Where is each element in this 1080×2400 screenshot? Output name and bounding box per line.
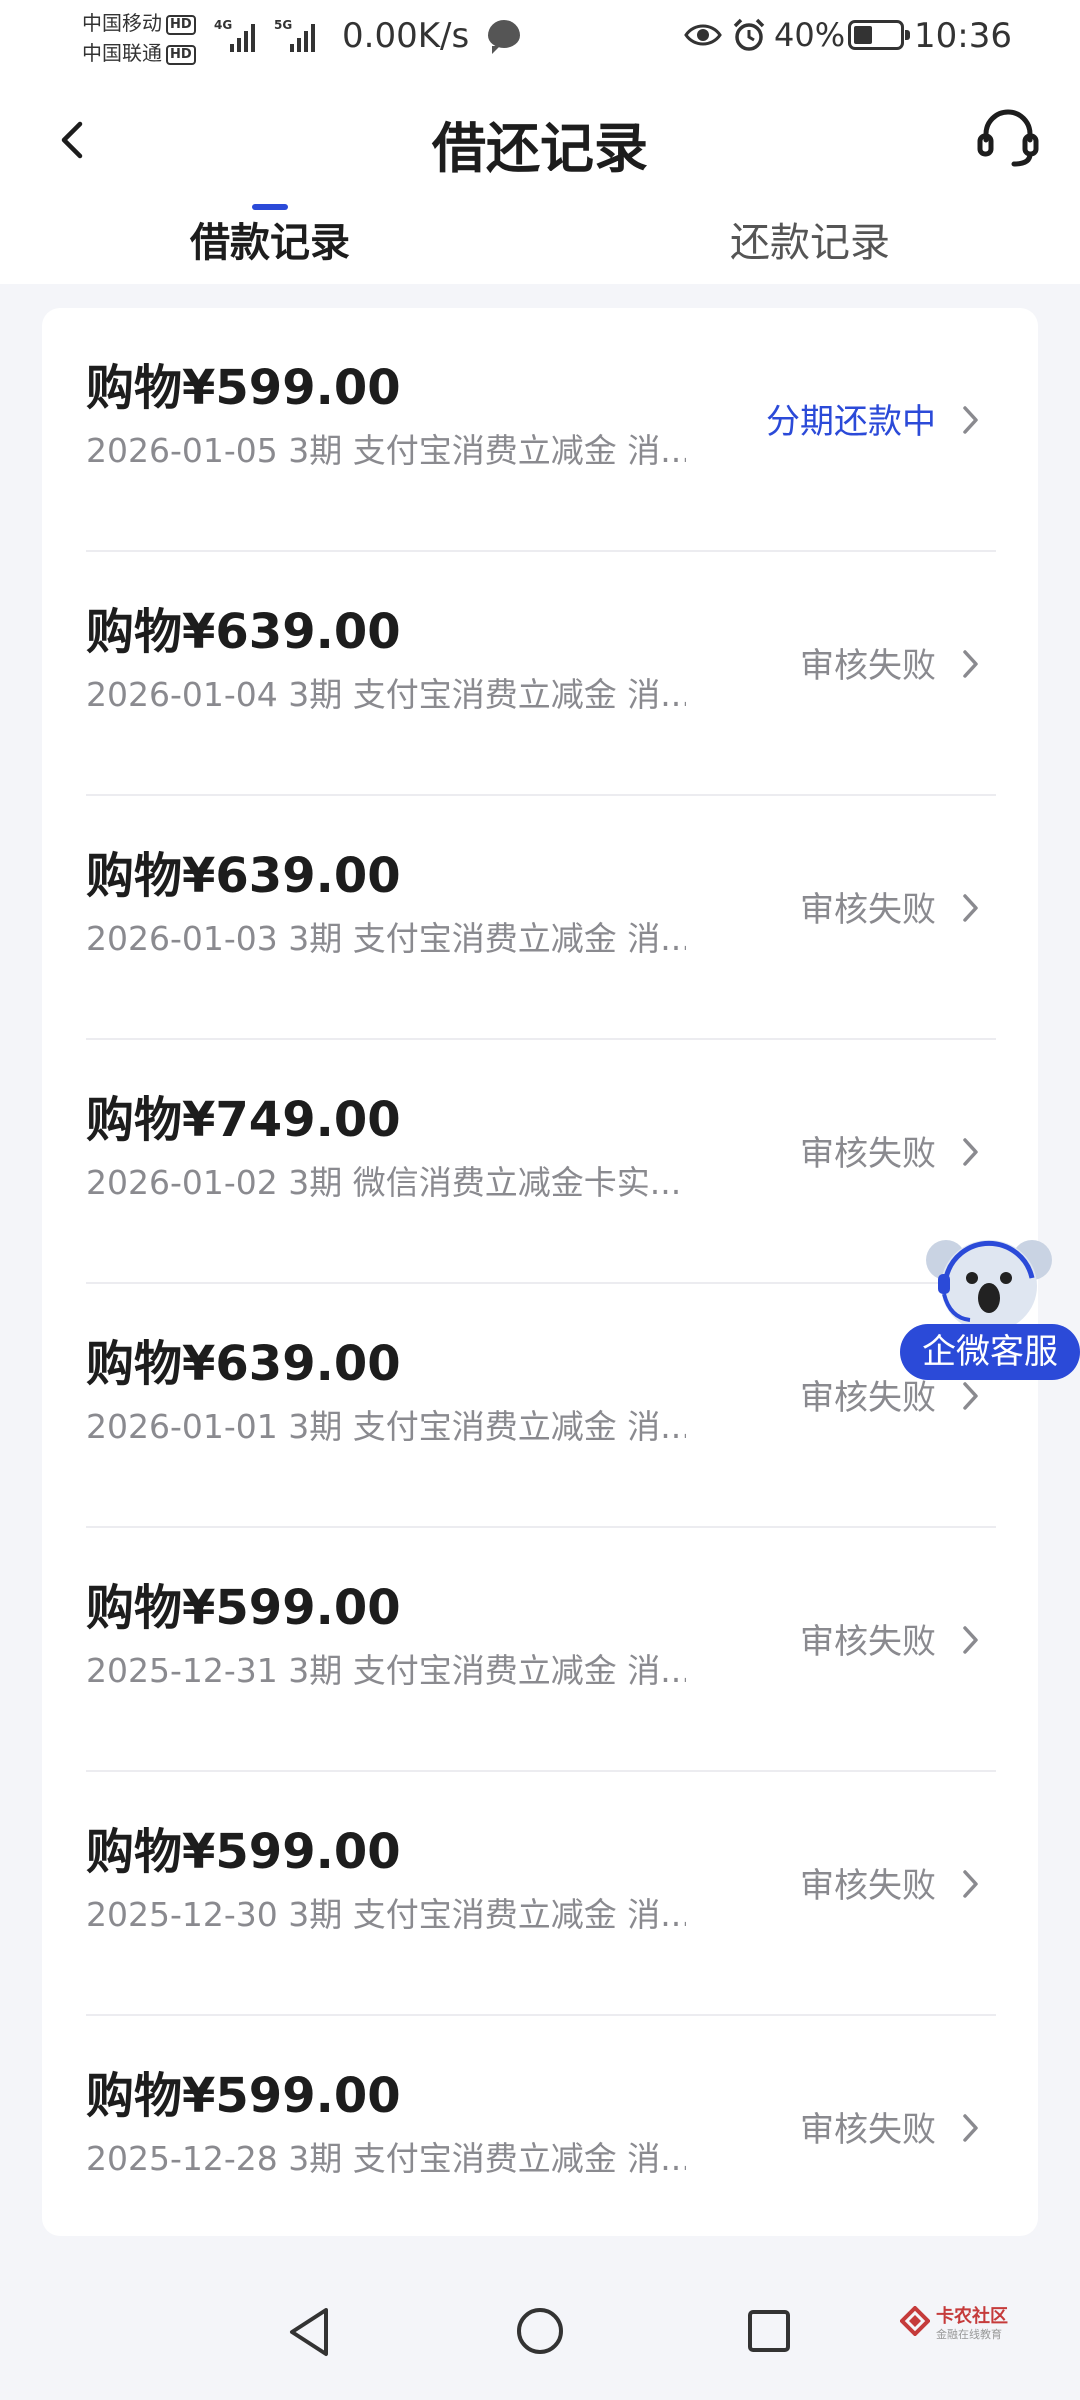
record-status: 审核失败 [800, 1134, 936, 1174]
chevron-right-icon [963, 1870, 978, 1898]
records-card: 购物¥599.00 2026-01-05 3期 支付宝消费立减金 消... 分期… [42, 308, 1038, 2236]
page-title: 借还记录 [432, 117, 648, 180]
network-speed: 0.00K/s [342, 16, 470, 56]
floating-support-label: 企微客服 [900, 1324, 1080, 1380]
chevron-right-icon [963, 894, 978, 922]
record-status: 审核失败 [800, 890, 936, 930]
record-item[interactable]: 购物¥749.00 2026-01-02 3期 微信消费立减金卡实... 审核失… [86, 1040, 996, 1284]
record-item[interactable]: 购物¥599.00 2025-12-30 3期 支付宝消费立减金 消... 审核… [86, 1772, 996, 2016]
hd-badge: HD [166, 14, 196, 35]
floating-support-button[interactable]: 企微客服 [900, 1226, 1080, 1384]
watermark-logo-icon [900, 2306, 930, 2336]
carrier-labels: 中国移动 HD 中国联通 HD [82, 8, 212, 68]
active-tab-indicator [252, 204, 288, 210]
hd-badge: HD [166, 44, 196, 65]
record-detail: 2026-01-03 3期 支付宝消费立减金 消... [86, 919, 686, 958]
system-nav-bar: 卡农社区 金融在线教育 [0, 2256, 1080, 2400]
chevron-right-icon [963, 650, 978, 678]
record-status: 审核失败 [800, 2110, 936, 2150]
tab-bar: 借款记录 还款记录 [0, 210, 1080, 284]
record-amount: 购物¥599.00 [86, 360, 401, 416]
triangle-back-icon[interactable] [284, 2304, 334, 2360]
record-item[interactable]: 购物¥599.00 2025-12-31 3期 支付宝消费立减金 消... 审核… [86, 1528, 996, 1772]
eye-icon [684, 24, 722, 46]
record-detail: 2025-12-31 3期 支付宝消费立减金 消... [86, 1651, 686, 1690]
record-amount: 购物¥599.00 [86, 1580, 401, 1636]
circle-home-icon[interactable] [515, 2306, 565, 2356]
record-status: 分期还款中 [766, 402, 936, 442]
watermark-subtitle: 金融在线教育 [936, 2328, 1002, 2341]
chevron-right-icon [963, 2114, 978, 2142]
carrier-2-label: 中国联通 [82, 41, 162, 65]
record-item[interactable]: 购物¥599.00 2025-12-28 3期 支付宝消费立减金 消... 审核… [86, 2016, 996, 2260]
battery-fill [854, 26, 872, 44]
record-amount: 购物¥749.00 [86, 1092, 401, 1148]
chevron-right-icon [963, 406, 978, 434]
status-bar: 中国移动 HD 中国联通 HD 4G 5G 0.00K/s 40% 10:36 [0, 0, 1080, 72]
record-item[interactable]: 购物¥639.00 2026-01-01 3期 支付宝消费立减金 消... 审核… [86, 1284, 996, 1528]
message-icon [488, 20, 520, 54]
watermark-name: 卡农社区 [936, 2306, 1008, 2327]
record-amount: 购物¥599.00 [86, 1824, 401, 1880]
record-detail: 2026-01-01 3期 支付宝消费立减金 消... [86, 1407, 686, 1446]
carrier-1-label: 中国移动 [82, 11, 162, 35]
header: 借还记录 借款记录 还款记录 [0, 72, 1080, 284]
record-item[interactable]: 购物¥599.00 2026-01-05 3期 支付宝消费立减金 消... 分期… [86, 308, 996, 552]
battery-icon [848, 20, 910, 50]
record-detail: 2026-01-05 3期 支付宝消费立减金 消... [86, 431, 686, 470]
record-status: 审核失败 [800, 1866, 936, 1906]
chevron-right-icon [963, 1138, 978, 1166]
record-detail: 2026-01-04 3期 支付宝消费立减金 消... [86, 675, 686, 714]
record-status: 审核失败 [800, 1622, 936, 1662]
record-amount: 购物¥639.00 [86, 604, 401, 660]
record-amount: 购物¥639.00 [86, 848, 401, 904]
chevron-right-icon [963, 1626, 978, 1654]
watermark: 卡农社区 金融在线教育 [900, 2300, 1030, 2350]
square-recent-icon[interactable] [746, 2308, 792, 2354]
record-item[interactable]: 购物¥639.00 2026-01-04 3期 支付宝消费立减金 消... 审核… [86, 552, 996, 796]
clock: 10:36 [914, 16, 1012, 56]
record-amount: 购物¥599.00 [86, 2068, 401, 2124]
battery-percent: 40% [774, 16, 846, 54]
record-detail: 2025-12-28 3期 支付宝消费立减金 消... [86, 2139, 686, 2178]
alarm-icon [733, 18, 765, 51]
record-item[interactable]: 购物¥639.00 2026-01-03 3期 支付宝消费立减金 消... 审核… [86, 796, 996, 1040]
record-detail: 2026-01-02 3期 微信消费立减金卡实... [86, 1163, 682, 1202]
tab-borrow-records[interactable]: 借款记录 [120, 210, 420, 268]
record-detail: 2025-12-30 3期 支付宝消费立减金 消... [86, 1895, 686, 1934]
record-amount: 购物¥639.00 [86, 1336, 401, 1392]
screen: 中国移动HD 中国联通HD 4G 5G 0.00K/s 40% 10:36 [0, 0, 1080, 2400]
record-status: 审核失败 [800, 646, 936, 686]
headset-icon[interactable] [972, 102, 1044, 174]
tab-repay-records[interactable]: 还款记录 [660, 210, 960, 268]
